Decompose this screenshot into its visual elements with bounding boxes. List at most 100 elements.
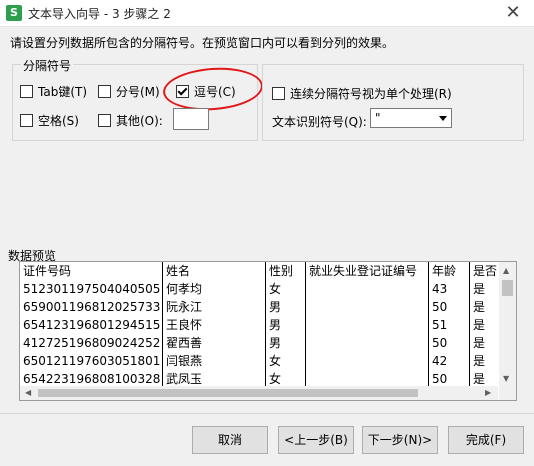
preview-cell: 王良怀: [166, 318, 203, 332]
delimiter-legend: 分隔符号: [21, 57, 74, 74]
text-qualifier-label: 文本识别符号(Q):: [272, 115, 367, 129]
checkbox-box[interactable]: [176, 85, 189, 98]
preview-header-cell: 性别: [269, 264, 294, 278]
preview-cell: 女: [269, 354, 282, 368]
preview-row: 512301197504040505 何孝均 女 43 是: [20, 280, 498, 298]
checkbox-box[interactable]: [98, 114, 111, 127]
preview-cell: 是: [473, 336, 486, 350]
preview-cell: 翟西善: [166, 336, 203, 350]
preview-cell: 659001196812025733: [23, 300, 161, 314]
preview-cell: [306, 334, 429, 352]
dropdown-arrow-icon: [439, 116, 447, 121]
data-preview[interactable]: 证件号码 姓名 性别 就业失业登记证编号 年龄 是否 512301197504040505 何…: [19, 261, 517, 401]
other-label: 其他(O):: [116, 114, 163, 128]
preview-cell: 阮永江: [166, 300, 203, 314]
checkbox-box[interactable]: [272, 87, 285, 100]
preview-header-cell: 就业失业登记证编号: [309, 264, 418, 278]
scroll-up-icon[interactable]: ▲: [503, 266, 509, 276]
preview-cell: 50: [432, 300, 448, 314]
checkbox-box[interactable]: [20, 114, 33, 127]
preview-row: 412725196809024252 翟西善 男 50 是: [20, 334, 498, 352]
preview-row: 659001196812025733 阮永江 男 50 是: [20, 298, 498, 316]
space-checkbox[interactable]: 空格(S): [20, 112, 79, 129]
column-separator[interactable]: [162, 262, 163, 386]
preview-cell: 男: [269, 336, 282, 350]
preview-header-cell: 证件号码: [23, 264, 72, 278]
close-icon[interactable]: ✕: [502, 2, 524, 23]
other-checkbox[interactable]: 其他(O):: [98, 112, 163, 129]
window-title: 文本导入向导 - 3 步骤之 2: [28, 7, 171, 21]
preview-cell: 何孝均: [166, 282, 203, 296]
semicolon-label: 分号(M): [116, 85, 160, 99]
column-separator[interactable]: [428, 262, 429, 386]
preview-header-cell: 是否: [473, 264, 498, 278]
preview-cell: 43: [432, 282, 448, 296]
preview-cell: 是: [473, 372, 486, 386]
preview-cell: 女: [269, 282, 282, 296]
text-qualifier-select[interactable]: ": [370, 108, 452, 128]
preview-row: 654123196801294515 王良怀 男 51 是: [20, 316, 498, 334]
preview-cell: [306, 280, 429, 298]
scroll-down-icon[interactable]: ▼: [503, 374, 509, 384]
preview-cell: [306, 316, 429, 334]
preview-cell: [306, 370, 429, 386]
footer-divider: [0, 413, 534, 414]
checkbox-box[interactable]: [98, 85, 111, 98]
preview-cell: 512301197504040505: [23, 282, 161, 296]
tab-checkbox[interactable]: Tab键(T): [20, 83, 87, 100]
preview-cell: 是: [473, 354, 486, 368]
preview-cell: 是: [473, 318, 486, 332]
back-button[interactable]: <上一步(B): [278, 426, 354, 454]
horizontal-scrollbar[interactable]: ◀ ▶: [20, 386, 498, 400]
text-qualifier-value: ": [375, 111, 381, 125]
preview-cell: 650121197603051801: [23, 354, 161, 368]
vertical-scroll-thumb[interactable]: [502, 280, 513, 296]
horizontal-scroll-thumb[interactable]: [38, 389, 418, 397]
preview-cell: 50: [432, 336, 448, 350]
vertical-scrollbar[interactable]: ▲ ▼: [499, 262, 516, 386]
preview-cell: 是: [473, 282, 486, 296]
preview-cell: 男: [269, 300, 282, 314]
preview-cell: [306, 352, 429, 370]
title-bar: S 文本导入向导 - 3 步骤之 2 ✕: [0, 0, 534, 27]
checkbox-box[interactable]: [20, 85, 33, 98]
preview-cell: 是: [473, 300, 486, 314]
next-button[interactable]: 下一步(N)>: [362, 426, 438, 454]
preview-cell: 42: [432, 354, 448, 368]
preview-grid: 证件号码 姓名 性别 就业失业登记证编号 年龄 是否 512301197504040505 何…: [20, 262, 498, 386]
comma-checkbox[interactable]: 逗号(C): [176, 83, 236, 100]
tab-label: Tab键(T): [38, 85, 88, 99]
preview-cell: 654123196801294515: [23, 318, 161, 332]
scroll-right-icon[interactable]: ▶: [485, 388, 491, 398]
preview-cell: 654223196808100328: [23, 372, 161, 386]
instruction-text: 请设置分列数据所包含的分隔符号。在预览窗口内可以看到分列的效果。: [10, 36, 395, 50]
preview-cell: 50: [432, 372, 448, 386]
preview-cell: 武凤玉: [166, 372, 203, 386]
column-separator[interactable]: [265, 262, 266, 386]
preview-cell: 412725196809024252: [23, 336, 161, 350]
app-icon: S: [6, 5, 22, 21]
consecutive-label: 连续分隔符号视为单个处理(R): [290, 87, 452, 101]
preview-cell: 男: [269, 318, 282, 332]
preview-row: 654223196808100328 武凤玉 女 50 是: [20, 370, 498, 386]
finish-button[interactable]: 完成(F): [448, 426, 524, 454]
consecutive-checkbox[interactable]: 连续分隔符号视为单个处理(R): [272, 85, 452, 102]
preview-header-row: 证件号码 姓名 性别 就业失业登记证编号 年龄 是否: [20, 262, 498, 280]
preview-cell: 闫银燕: [166, 354, 203, 368]
preview-cell: 女: [269, 372, 282, 386]
scrollbar-corner: [499, 386, 516, 400]
scroll-left-icon[interactable]: ◀: [25, 388, 31, 398]
semicolon-checkbox[interactable]: 分号(M): [98, 83, 160, 100]
column-separator[interactable]: [469, 262, 470, 386]
preview-row: 650121197603051801 闫银燕 女 42 是: [20, 352, 498, 370]
preview-cell: 51: [432, 318, 448, 332]
column-separator[interactable]: [305, 262, 306, 386]
preview-header-cell: 年龄: [432, 264, 457, 278]
other-delimiter-input[interactable]: [173, 108, 209, 130]
delimiter-group: 分隔符号: [12, 57, 258, 141]
preview-cell: [306, 298, 429, 316]
preview-header-cell: 姓名: [166, 264, 191, 278]
comma-label: 逗号(C): [194, 85, 236, 99]
space-label: 空格(S): [38, 114, 79, 128]
cancel-button[interactable]: 取消: [192, 426, 268, 454]
